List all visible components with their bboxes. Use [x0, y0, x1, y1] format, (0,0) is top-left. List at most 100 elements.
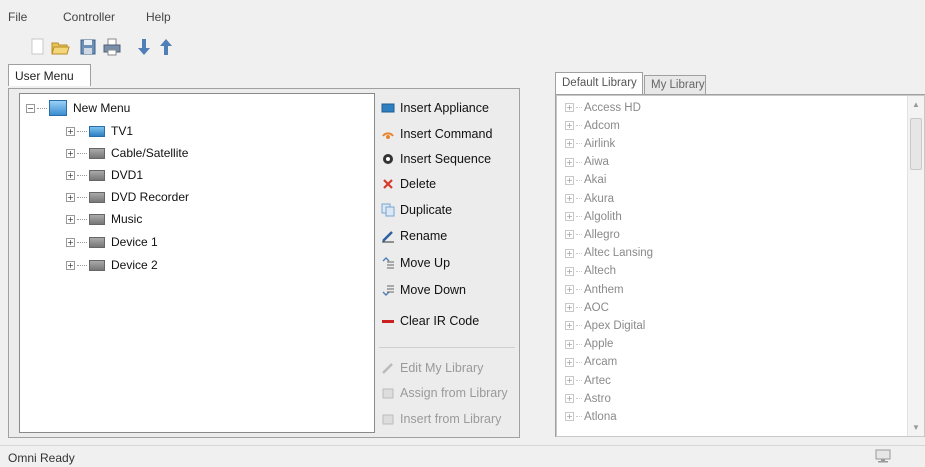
- expand-icon[interactable]: +: [565, 339, 574, 349]
- tree-connector: [77, 130, 87, 132]
- collapse-icon[interactable]: −: [26, 103, 35, 113]
- library-tree[interactable]: + Access HD + Adcom + Airlink + Aiwa + Akai + Akura…: [556, 95, 925, 437]
- menu-controller[interactable]: Controller: [63, 10, 115, 24]
- expand-icon[interactable]: +: [565, 121, 574, 131]
- insert-appliance-button[interactable]: Insert Appliance: [381, 98, 489, 118]
- device-icon: [89, 236, 105, 248]
- expand-icon[interactable]: +: [66, 260, 75, 270]
- vertical-scrollbar[interactable]: ▲ ▼: [907, 96, 924, 436]
- library-item[interactable]: + Akura: [565, 190, 614, 207]
- expand-icon[interactable]: +: [565, 248, 574, 258]
- tree-item-dvd-recorder[interactable]: + DVD Recorder: [66, 188, 189, 206]
- rename-button[interactable]: Rename: [381, 226, 447, 246]
- expand-icon[interactable]: +: [565, 412, 574, 422]
- expand-icon[interactable]: +: [565, 230, 574, 240]
- library-item[interactable]: + AOC: [565, 299, 609, 316]
- tree-item-cable-satellite[interactable]: + Cable/Satellite: [66, 144, 188, 162]
- scroll-up-icon[interactable]: ▲: [908, 96, 924, 113]
- move-up-label: Move Up: [400, 256, 451, 270]
- expand-icon[interactable]: +: [565, 303, 574, 313]
- library-item[interactable]: + Access HD: [565, 99, 641, 116]
- tree-item-music[interactable]: + Music: [66, 210, 142, 228]
- library-item[interactable]: + Astro: [565, 390, 611, 407]
- move-up-button[interactable]: Move Up: [381, 253, 450, 273]
- library-item-label: Anthem: [584, 283, 624, 296]
- save-icon[interactable]: [78, 37, 98, 57]
- tv-device-icon: [89, 125, 105, 137]
- tree-connector: [576, 416, 582, 418]
- print-icon[interactable]: [102, 37, 122, 57]
- expand-icon[interactable]: +: [565, 157, 574, 167]
- expand-icon[interactable]: +: [565, 376, 574, 385]
- assign-from-library-button[interactable]: Assign from Library: [381, 383, 508, 403]
- device-icon: [89, 213, 105, 225]
- tab-my-library-label: My Library: [651, 79, 705, 91]
- expand-icon[interactable]: +: [565, 212, 574, 222]
- expand-icon[interactable]: +: [565, 139, 574, 149]
- tree-item-dvd1[interactable]: + DVD1: [66, 166, 143, 184]
- expand-icon[interactable]: +: [66, 170, 75, 180]
- expand-icon[interactable]: +: [66, 126, 75, 136]
- expand-icon[interactable]: +: [66, 192, 75, 202]
- edit-my-library-button[interactable]: Edit My Library: [381, 358, 483, 378]
- library-item[interactable]: + Allegro: [565, 226, 620, 243]
- scroll-down-icon[interactable]: ▼: [908, 419, 924, 436]
- tree-item-device-1[interactable]: + Device 1: [66, 233, 158, 251]
- clear-ir-code-button[interactable]: Clear IR Code: [381, 311, 479, 331]
- insert-appliance-label: Insert Appliance: [400, 101, 489, 115]
- expand-icon[interactable]: +: [565, 321, 574, 331]
- library-item-label: Allegro: [584, 228, 620, 241]
- tree-item-label: TV1: [111, 124, 134, 138]
- library-item[interactable]: + Aiwa: [565, 154, 609, 171]
- library-item[interactable]: + Anthem: [565, 281, 624, 298]
- library-item[interactable]: + Airlink: [565, 135, 615, 152]
- insert-sequence-button[interactable]: Insert Sequence: [381, 149, 491, 169]
- device-icon: [89, 191, 105, 203]
- tree-item-tv1[interactable]: + TV1: [66, 122, 133, 140]
- expand-icon[interactable]: +: [66, 214, 75, 224]
- delete-button[interactable]: Delete: [381, 174, 436, 194]
- assign-from-library-label: Assign from Library: [400, 386, 508, 400]
- download-arrow-icon[interactable]: [134, 37, 154, 57]
- library-item[interactable]: + Arcam: [565, 354, 617, 371]
- expand-icon[interactable]: +: [565, 175, 574, 185]
- tab-user-menu[interactable]: User Menu: [8, 64, 91, 86]
- library-item[interactable]: + Akai: [565, 172, 606, 189]
- tree-connector: [576, 307, 582, 309]
- menu-file[interactable]: File: [8, 10, 27, 24]
- expand-icon[interactable]: +: [66, 148, 75, 158]
- insert-from-library-button[interactable]: Insert from Library: [381, 409, 501, 429]
- expand-icon[interactable]: +: [565, 266, 574, 276]
- library-item-label: AOC: [584, 301, 609, 314]
- move-down-button[interactable]: Move Down: [381, 280, 466, 300]
- scroll-thumb[interactable]: [910, 118, 922, 170]
- library-item[interactable]: + Atlona: [565, 408, 617, 425]
- library-item[interactable]: + Altech: [565, 263, 616, 280]
- open-folder-icon[interactable]: [50, 37, 70, 57]
- upload-arrow-icon[interactable]: [156, 37, 176, 57]
- new-document-icon[interactable]: [28, 37, 48, 57]
- tree-item-device-2[interactable]: + Device 2: [66, 256, 158, 274]
- tree-root[interactable]: − New Menu: [26, 99, 130, 117]
- tab-default-library[interactable]: Default Library: [555, 72, 643, 94]
- expand-icon[interactable]: +: [66, 237, 75, 247]
- library-item[interactable]: + Apple: [565, 336, 613, 353]
- tree-connector: [576, 270, 582, 272]
- tree-connector: [576, 161, 582, 163]
- duplicate-button[interactable]: Duplicate: [381, 200, 452, 220]
- expand-icon[interactable]: +: [565, 357, 574, 367]
- library-item[interactable]: + Altec Lansing: [565, 245, 653, 262]
- library-item[interactable]: + Adcom: [565, 117, 620, 134]
- menu-help[interactable]: Help: [146, 10, 171, 24]
- tree-connector: [576, 398, 582, 400]
- library-item[interactable]: + Algolith: [565, 208, 622, 225]
- tab-my-library[interactable]: My Library: [644, 75, 706, 94]
- menu-tree[interactable]: − New Menu + TV1 + Cable/Satellite + DVD…: [19, 93, 375, 433]
- library-item[interactable]: + Apex Digital: [565, 317, 645, 334]
- expand-icon[interactable]: +: [565, 285, 574, 294]
- expand-icon[interactable]: +: [565, 394, 574, 404]
- insert-command-button[interactable]: Insert Command: [381, 124, 492, 144]
- expand-icon[interactable]: +: [565, 194, 574, 203]
- expand-icon[interactable]: +: [565, 103, 574, 112]
- library-item[interactable]: + Artec: [565, 372, 611, 389]
